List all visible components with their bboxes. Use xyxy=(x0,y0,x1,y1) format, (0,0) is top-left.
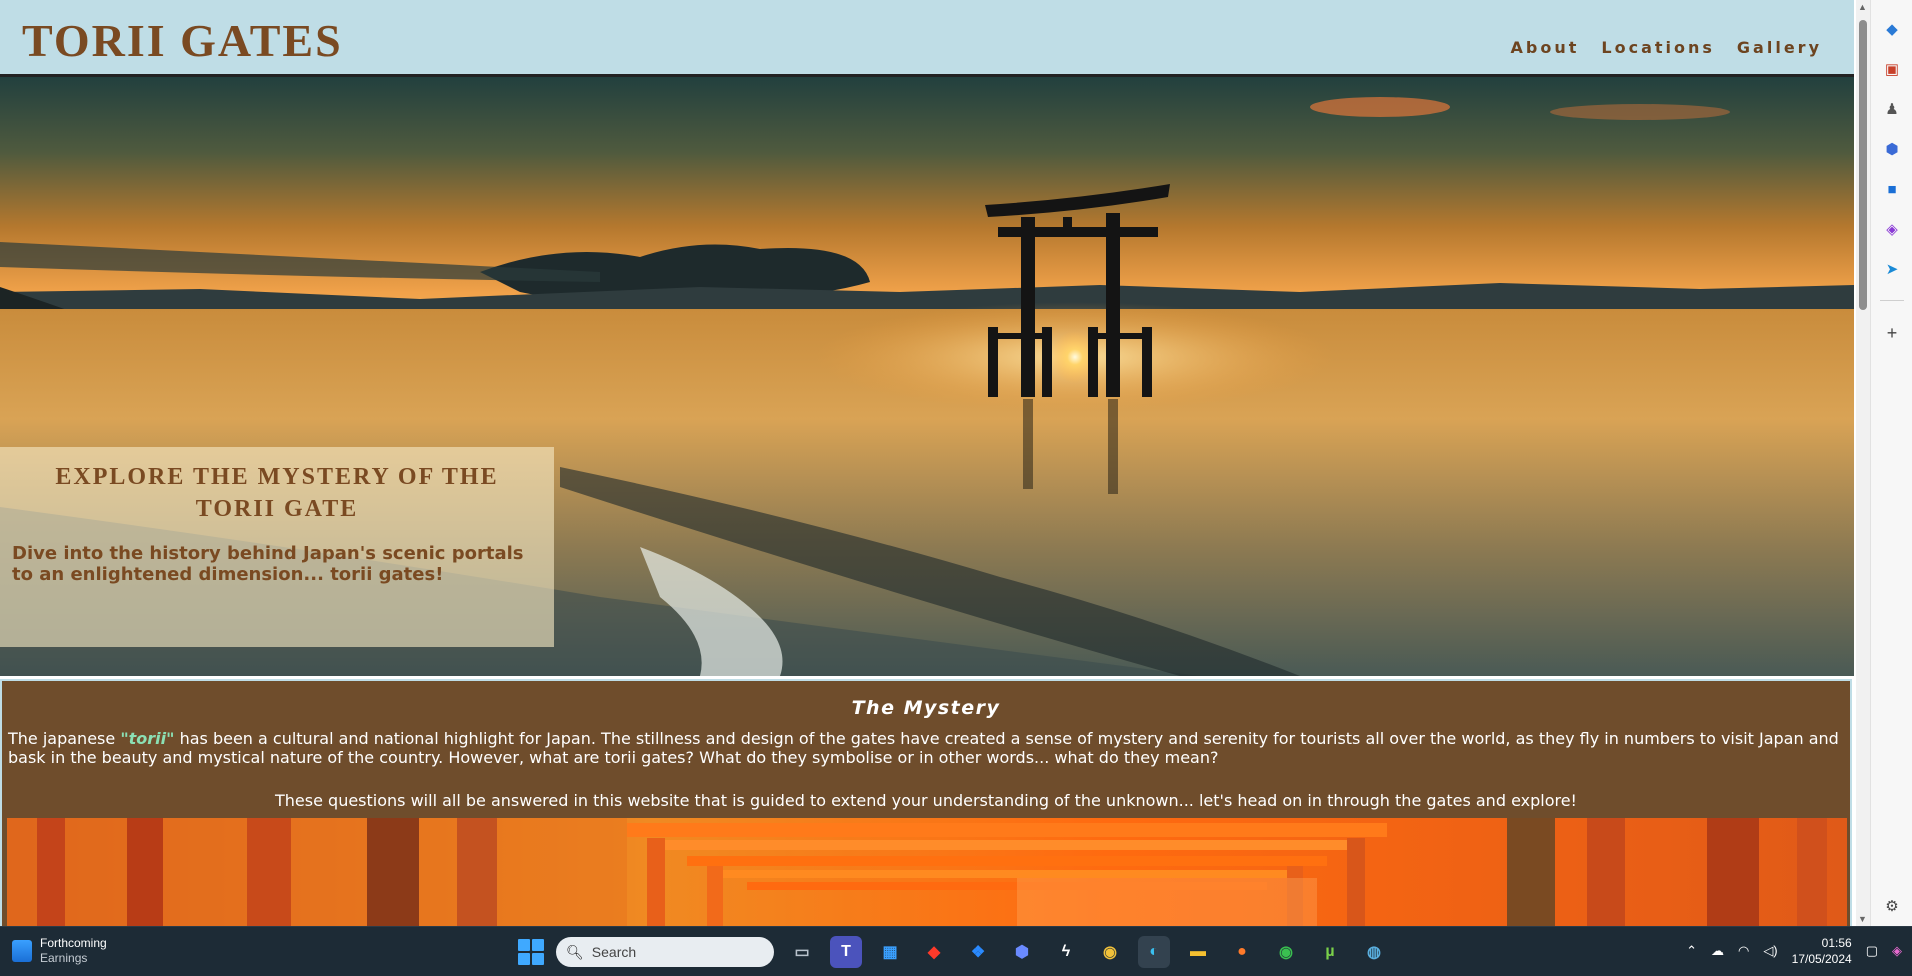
tag-icon[interactable]: ◆ xyxy=(1882,19,1902,39)
taskbar-clock[interactable]: 01:56 17/05/2024 xyxy=(1792,935,1852,967)
tray-overflow-chevron-icon[interactable]: ⌃ xyxy=(1686,943,1697,959)
site-title[interactable]: TORII GATES xyxy=(22,14,343,67)
main-nav: About Locations Gallery xyxy=(1511,38,1822,57)
hero-callout: EXPLORE THE MYSTERY OF THE TORII GATE Di… xyxy=(0,447,554,647)
lightning-app-icon[interactable]: ϟ xyxy=(1050,936,1082,968)
firefox-icon[interactable]: ● xyxy=(1226,936,1258,968)
briefcase-icon[interactable]: ▣ xyxy=(1882,59,1902,79)
volume-icon[interactable]: ◁) xyxy=(1763,943,1777,959)
mystery-text-after: has been a cultural and national highlig… xyxy=(8,729,1839,767)
taskbar-search[interactable]: 🔍︎ Search xyxy=(556,937,774,967)
chrome-profile-icon[interactable]: ◉ xyxy=(1270,936,1302,968)
torii-tunnel-image xyxy=(7,818,1847,926)
file-explorer-icon[interactable]: ▬ xyxy=(1182,936,1214,968)
news-widget[interactable]: Forthcoming Earnings xyxy=(12,936,107,966)
start-button[interactable] xyxy=(518,939,544,965)
copilot-icon[interactable]: ⬢ xyxy=(1882,139,1902,159)
chart-icon xyxy=(12,940,32,962)
widget-subtitle: Earnings xyxy=(40,951,88,965)
scroll-down-arrow-icon[interactable]: ▼ xyxy=(1858,914,1867,924)
hero-text: Dive into the history behind Japan's sce… xyxy=(12,543,524,585)
scroll-up-arrow-icon[interactable]: ▲ xyxy=(1858,2,1867,12)
mystery-paragraph: The japanese "torii" has been a cultural… xyxy=(2,729,1850,767)
page-scrollbar[interactable]: ▲ ▼ xyxy=(1856,0,1870,926)
wifi-icon[interactable]: ◠ xyxy=(1738,943,1749,959)
utorrent-icon[interactable]: µ xyxy=(1314,936,1346,968)
copilot-app-icon[interactable]: ⬢ xyxy=(1006,936,1038,968)
dropbox-icon[interactable]: ❖ xyxy=(962,936,994,968)
drop-icon[interactable]: ◈ xyxy=(1882,219,1902,239)
system-tray: ⌃ ☁ ◠ ◁) 01:56 17/05/2024 ▢ ◈ xyxy=(1686,935,1902,967)
settings-icon[interactable]: ⚙ xyxy=(1882,896,1902,916)
notifications-icon[interactable]: ▢ xyxy=(1866,943,1878,959)
onedrive-icon[interactable]: ☁ xyxy=(1711,943,1724,959)
browser-sidebar: ◆ ▣ ♟ ⬢ ■ ◈ ➤ + ⚙ xyxy=(1870,0,1912,926)
send-icon[interactable]: ➤ xyxy=(1882,259,1902,279)
torii-highlight: "torii" xyxy=(120,729,175,748)
browser-viewport: TORII GATES About Locations Gallery EXPL… xyxy=(0,0,1854,926)
nav-gallery[interactable]: Gallery xyxy=(1737,38,1822,57)
windows-taskbar: Forthcoming Earnings 🔍︎ Search ▭ T ▦ ◆ ❖… xyxy=(0,926,1912,976)
mystery-section: The Mystery The japanese "torii" has bee… xyxy=(0,679,1852,926)
copilot-tray-icon[interactable]: ◈ xyxy=(1892,943,1902,959)
edge-icon[interactable]: ◐ xyxy=(1138,936,1170,968)
hero-heading: EXPLORE THE MYSTERY OF THE TORII GATE xyxy=(55,464,499,522)
search-placeholder: Search xyxy=(591,944,637,960)
chrome-icon[interactable]: ◉ xyxy=(1094,936,1126,968)
mystery-text-before: The japanese xyxy=(8,729,121,748)
store-icon[interactable]: ▦ xyxy=(874,936,906,968)
games-icon[interactable]: ♟ xyxy=(1882,99,1902,119)
add-icon[interactable]: + xyxy=(1882,323,1902,343)
task-view-icon[interactable]: ▭ xyxy=(786,936,818,968)
mystery-paragraph-2: These questions will all be answered in … xyxy=(275,791,1577,810)
globe-app-icon[interactable]: ◍ xyxy=(1358,936,1390,968)
nav-about[interactable]: About xyxy=(1511,38,1580,57)
outlook-icon[interactable]: ■ xyxy=(1882,179,1902,199)
nav-locations[interactable]: Locations xyxy=(1601,38,1715,57)
scroll-thumb[interactable] xyxy=(1859,20,1867,310)
diamond-app-icon[interactable]: ◆ xyxy=(918,936,950,968)
taskbar-apps: 🔍︎ Search ▭ T ▦ ◆ ❖ ⬢ ϟ ◉ ◐ ▬ ● ◉ µ ◍ xyxy=(518,936,1390,968)
clock-time: 01:56 xyxy=(1821,936,1852,950)
teams-icon[interactable]: T xyxy=(830,936,862,968)
mystery-title: The Mystery xyxy=(851,697,1001,719)
hero-section: EXPLORE THE MYSTERY OF THE TORII GATE Di… xyxy=(0,77,1854,676)
search-icon: 🔍︎ xyxy=(566,943,584,960)
site-header: TORII GATES About Locations Gallery xyxy=(0,0,1854,77)
widget-title: Forthcoming xyxy=(40,936,107,950)
sidebar-divider xyxy=(1880,300,1904,301)
clock-date: 17/05/2024 xyxy=(1791,952,1852,966)
